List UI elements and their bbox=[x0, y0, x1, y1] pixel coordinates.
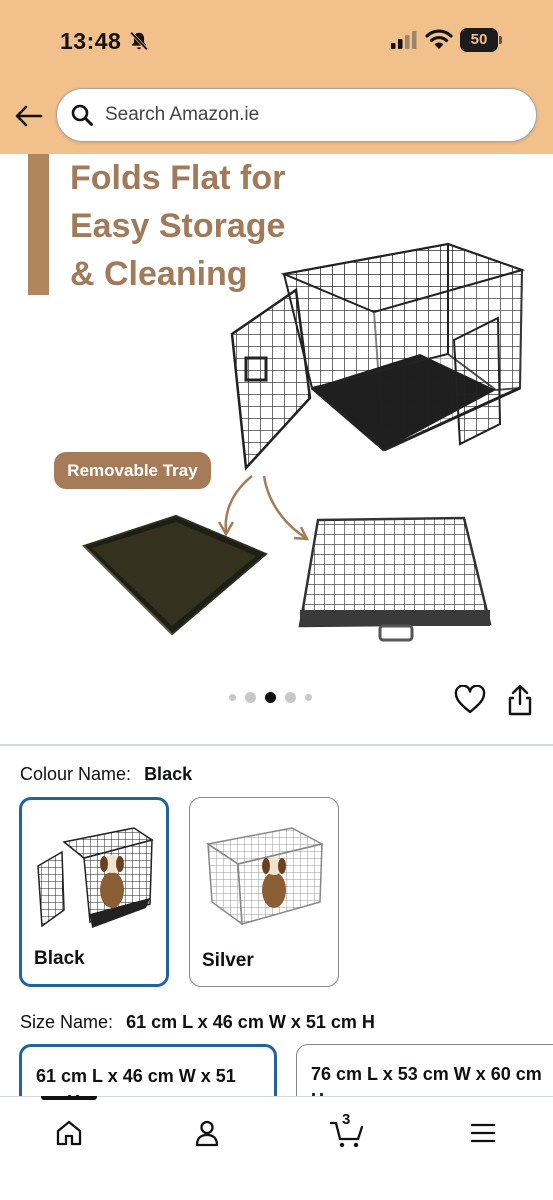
home-icon bbox=[56, 1120, 82, 1146]
black-crate-thumbnail bbox=[37, 827, 154, 928]
open-crate-illustration bbox=[230, 242, 526, 471]
wifi-icon bbox=[425, 29, 453, 49]
bottom-navigation: 3 bbox=[0, 1096, 553, 1200]
section-divider bbox=[0, 744, 553, 746]
search-bar[interactable] bbox=[56, 88, 537, 142]
folded-crate-illustration bbox=[298, 516, 492, 642]
carousel-dot[interactable] bbox=[285, 692, 296, 703]
size-name-value: 61 cm L x 46 cm W x 51 cm H bbox=[126, 1012, 375, 1032]
heart-icon[interactable] bbox=[454, 685, 486, 715]
silver-crate-thumbnail bbox=[206, 827, 324, 926]
search-icon bbox=[71, 104, 93, 126]
status-bar: 13:48 50 bbox=[0, 0, 553, 80]
arrow-left-icon bbox=[15, 105, 43, 127]
bell-muted-icon bbox=[130, 31, 148, 51]
carousel-dot-active[interactable] bbox=[265, 692, 276, 703]
colour-option-label: Silver bbox=[202, 950, 254, 971]
app-header: 13:48 50 bbox=[0, 0, 553, 154]
menu-icon bbox=[470, 1123, 496, 1143]
account-icon bbox=[195, 1120, 219, 1147]
carousel-dot[interactable] bbox=[229, 694, 236, 701]
search-input[interactable] bbox=[105, 104, 495, 126]
accent-bar bbox=[28, 154, 49, 295]
colour-name-label: Colour Name: bbox=[20, 764, 132, 784]
carousel-dot[interactable] bbox=[245, 692, 256, 703]
colour-name-row: Colour Name: Black bbox=[20, 764, 192, 785]
share-icon[interactable] bbox=[505, 684, 535, 716]
carousel-indicator[interactable] bbox=[229, 692, 312, 703]
nav-menu[interactable] bbox=[463, 1113, 503, 1153]
colour-option-label: Black bbox=[34, 948, 85, 969]
status-time: 13:48 bbox=[60, 28, 122, 54]
cellular-signal-icon bbox=[391, 31, 417, 49]
nav-account[interactable] bbox=[187, 1113, 227, 1153]
nav-cart[interactable]: 3 bbox=[327, 1111, 367, 1153]
product-image[interactable]: Folds Flat for Easy Storage & Cleaning R… bbox=[0, 154, 553, 684]
battery-level: 50 bbox=[470, 31, 488, 48]
headline-line-1: Folds Flat for bbox=[70, 159, 286, 197]
removable-tray-badge: Removable Tray bbox=[54, 452, 211, 489]
back-button[interactable] bbox=[12, 100, 46, 132]
cart-count-badge: 3 bbox=[342, 1111, 351, 1128]
colour-name-value: Black bbox=[144, 764, 193, 784]
size-name-label: Size Name: bbox=[20, 1012, 114, 1032]
tray-illustration bbox=[82, 514, 268, 636]
size-name-row: Size Name: 61 cm L x 46 cm W x 51 cm H bbox=[20, 1012, 375, 1033]
carousel-dot[interactable] bbox=[305, 694, 312, 701]
active-tab-indicator bbox=[41, 1096, 97, 1100]
battery-icon: 50 bbox=[460, 28, 502, 52]
nav-home[interactable] bbox=[49, 1113, 89, 1153]
colour-option-black[interactable]: Black bbox=[19, 797, 169, 987]
colour-option-silver[interactable]: Silver bbox=[189, 797, 339, 987]
